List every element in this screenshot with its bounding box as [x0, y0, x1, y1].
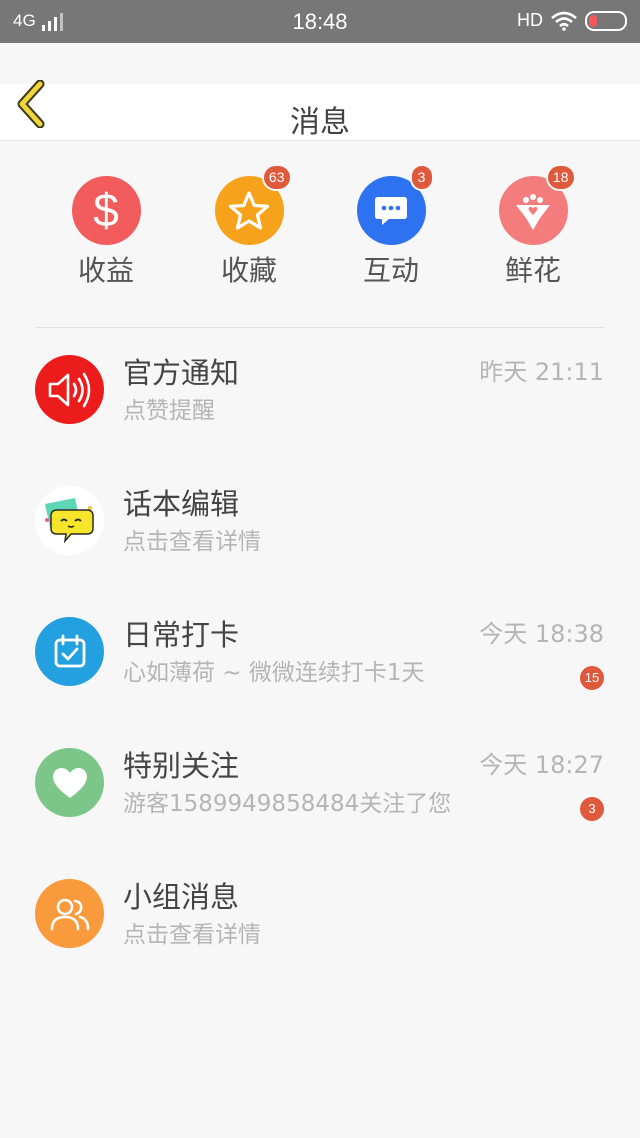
page-header: 消息 — [0, 79, 640, 141]
quick-icon-circle: $ — [71, 176, 141, 245]
quick-icon-circle: 18 — [498, 164, 576, 245]
hd-label: HD — [517, 10, 543, 30]
official-notice-avatar — [35, 355, 104, 424]
flower-bouquet-icon — [516, 193, 550, 230]
message-title: 官方通知 — [123, 356, 240, 390]
favorites-count-badge: 63 — [261, 164, 292, 191]
special-follow-avatar — [35, 748, 104, 817]
users-icon — [50, 898, 89, 930]
quick-action-favorites[interactable]: 63 收藏 — [189, 164, 309, 287]
chat-bubble-face-icon — [35, 486, 104, 555]
message-item-official-notice[interactable]: 官方通知 点赞提醒 昨天 21:11 — [0, 355, 640, 455]
message-item-special-follow[interactable]: 特别关注 游客1589949858484关注了您 今天 18:27 3 — [0, 748, 640, 848]
quick-action-interaction[interactable]: 3 互动 — [331, 164, 451, 287]
message-subtitle: 心如薄荷 ~ 微微连续打卡1天 — [123, 660, 425, 686]
message-time: 今天 18:27 — [479, 751, 604, 779]
quick-action-label: 收藏 — [220, 254, 277, 287]
message-subtitle: 游客1589949858484关注了您 — [123, 791, 452, 817]
message-item-group[interactable]: 小组消息 点击查看详情 — [0, 879, 640, 979]
quick-action-earnings[interactable]: $ 收益 — [46, 176, 166, 287]
status-indicators: HD — [517, 10, 627, 31]
status-bar: 4G 18:48 HD — [0, 0, 640, 43]
battery-icon — [585, 10, 627, 31]
heart-icon — [52, 767, 87, 798]
quick-action-flowers[interactable]: 18 鲜花 — [473, 164, 593, 287]
chat-icon — [375, 196, 407, 225]
message-title: 小组消息 — [123, 880, 240, 914]
flowers-count-badge: 18 — [545, 164, 576, 191]
quick-action-label: 互动 — [362, 254, 419, 287]
interaction-count-badge: 3 — [409, 164, 434, 191]
divider — [36, 327, 604, 328]
message-subtitle: 点击查看详情 — [123, 529, 261, 555]
group-avatar — [35, 879, 104, 948]
message-title: 话本编辑 — [123, 487, 240, 521]
message-title: 特别关注 — [123, 749, 240, 783]
calendar-check-icon — [54, 634, 85, 667]
message-title: 日常打卡 — [123, 618, 240, 652]
quick-icon-circle: 63 — [214, 164, 292, 245]
quick-action-label: 收益 — [77, 254, 134, 287]
page-title: 消息 — [290, 105, 350, 140]
star-icon — [228, 190, 270, 230]
wifi-icon — [551, 11, 577, 31]
message-subtitle: 点赞提醒 — [123, 398, 215, 424]
unread-badge: 15 — [580, 666, 604, 690]
quick-icon-circle: 3 — [356, 164, 434, 245]
daily-checkin-avatar — [35, 617, 104, 686]
svg-text:$: $ — [93, 186, 119, 236]
speaker-icon — [48, 372, 90, 407]
message-item-script-editor[interactable]: 话本编辑 点击查看详情 — [0, 486, 640, 586]
dollar-icon: $ — [93, 186, 119, 236]
quick-action-label: 鲜花 — [504, 254, 561, 287]
message-item-daily-checkin[interactable]: 日常打卡 心如薄荷 ~ 微微连续打卡1天 今天 18:38 15 — [0, 617, 640, 717]
message-time: 今天 18:38 — [479, 620, 604, 648]
unread-badge: 3 — [580, 797, 604, 821]
quick-actions: $ 收益 63 收藏 3 互动 18 鲜花 — [0, 164, 640, 296]
script-editor-avatar — [35, 486, 104, 555]
message-time: 昨天 21:11 — [479, 358, 604, 386]
message-subtitle: 点击查看详情 — [123, 922, 261, 948]
